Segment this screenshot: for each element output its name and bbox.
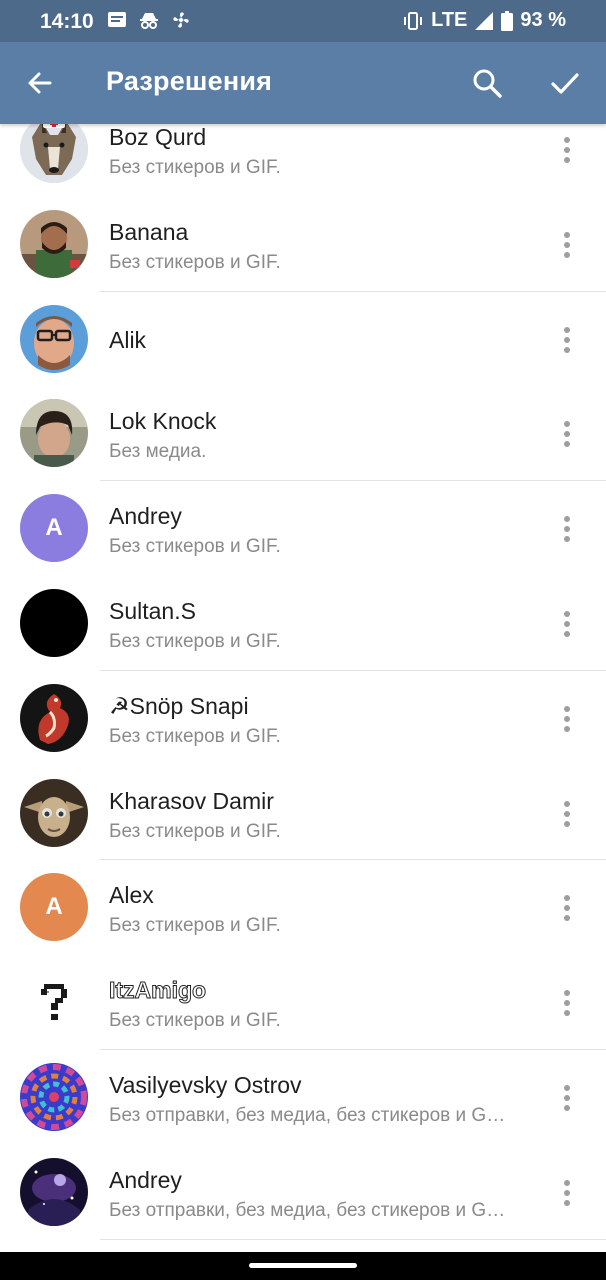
- member-name: Boz Qurd: [109, 124, 207, 150]
- member-status: Без стикеров и GIF.: [109, 536, 281, 558]
- incognito-icon: [140, 13, 158, 29]
- more-options-icon[interactable]: [553, 609, 581, 639]
- list-item[interactable]: Alik: [0, 292, 606, 387]
- avatar: A: [20, 873, 88, 942]
- checkmark-icon[interactable]: [548, 66, 582, 100]
- member-status: Без стикеров и GIF.: [109, 1010, 281, 1032]
- member-status: Без стикеров и GIF.: [109, 157, 281, 178]
- avatar: [20, 968, 88, 1037]
- member-name: Sultan.S: [109, 597, 196, 624]
- more-options-icon[interactable]: [553, 1083, 581, 1113]
- member-status: Без стикеров и GIF.: [109, 820, 281, 842]
- more-options-icon[interactable]: [553, 514, 581, 544]
- signal-icon: [475, 11, 494, 30]
- avatar: [20, 399, 88, 468]
- list-item[interactable]: Banana Без стикеров и GIF.: [0, 197, 606, 292]
- app-bar: Разрешения: [0, 42, 606, 124]
- list-item[interactable]: Andrey Без отправки, без медиа, без стик…: [0, 1145, 606, 1240]
- more-options-icon[interactable]: [553, 419, 581, 449]
- search-icon[interactable]: [470, 66, 504, 100]
- more-options-icon[interactable]: [553, 799, 581, 829]
- list-item[interactable]: A Alex Без стикеров и GIF.: [0, 860, 606, 955]
- member-name: Andrey: [109, 503, 182, 530]
- member-status: Без медиа.: [109, 441, 207, 463]
- avatar: [20, 209, 88, 278]
- list-item[interactable]: A Andrey Без стикеров и GIF.: [0, 481, 606, 576]
- status-bar: 14:10 LTE 93 %: [0, 0, 606, 42]
- list-item[interactable]: ItzAmigo Без стикеров и GIF.: [0, 955, 606, 1050]
- member-status: Без отправки, без медиа, без стикеров и …: [109, 1199, 506, 1221]
- avatar-letter: A: [45, 514, 63, 542]
- member-status: Без стикеров и GIF.: [109, 915, 281, 937]
- fan-icon: [173, 12, 189, 28]
- message-icon: [108, 12, 126, 27]
- permissions-list: Boz Qurd Без стикеров и GIF. Banana Без …: [0, 102, 606, 1240]
- more-options-icon[interactable]: [553, 893, 581, 923]
- member-status: Без стикеров и GIF.: [109, 725, 281, 747]
- more-options-icon[interactable]: [553, 988, 581, 1018]
- member-name: Alik: [109, 326, 147, 353]
- avatar: A: [20, 494, 88, 563]
- avatar: [20, 1062, 88, 1131]
- avatar: [20, 683, 88, 752]
- member-status: Без стикеров и GIF.: [109, 251, 281, 273]
- more-options-icon[interactable]: [553, 1178, 581, 1208]
- page-title: Разрешения: [106, 66, 273, 96]
- more-options-icon[interactable]: [553, 704, 581, 734]
- more-options-icon[interactable]: [553, 325, 581, 355]
- list-item[interactable]: Kharasov Damir Без стикеров и GIF.: [0, 766, 606, 861]
- battery-icon: [501, 10, 514, 31]
- home-gesture-handle[interactable]: [249, 1263, 357, 1268]
- list-item[interactable]: Sultan.S Без стикеров и GIF.: [0, 576, 606, 671]
- navigation-bar: [0, 1252, 606, 1280]
- member-status: Без стикеров и GIF.: [109, 630, 281, 652]
- member-name: Banana: [109, 218, 189, 245]
- avatar: [20, 778, 88, 847]
- avatar: [20, 304, 88, 373]
- status-time: 14:10: [40, 10, 94, 33]
- avatar: [20, 1157, 88, 1226]
- member-name: ☭Snöp Snapi: [109, 692, 249, 719]
- list-item[interactable]: Lok Knock Без медиа.: [0, 386, 606, 482]
- list-item[interactable]: ☭Snöp Snapi Без стикеров и GIF.: [0, 671, 606, 766]
- more-options-icon[interactable]: [553, 135, 581, 165]
- member-name: Vasilyevsky Ostrov: [109, 1071, 302, 1098]
- more-options-icon[interactable]: [553, 230, 581, 260]
- back-arrow-icon[interactable]: [24, 67, 56, 99]
- member-name: Lok Knock: [109, 408, 217, 435]
- member-name: Kharasov Damir: [109, 787, 274, 814]
- member-status: Без отправки, без медиа, без стикеров и …: [109, 1104, 506, 1126]
- member-name: Alex: [109, 882, 154, 909]
- avatar-letter: A: [45, 893, 63, 921]
- avatar: [20, 588, 88, 657]
- member-name: ItzAmigo: [108, 977, 207, 1004]
- divider: [100, 1238, 606, 1240]
- list-item[interactable]: Vasilyevsky Ostrov Без отправки, без мед…: [0, 1050, 606, 1145]
- avatar: [20, 115, 88, 183]
- battery-level: 93 %: [520, 9, 566, 31]
- vibrate-icon: [404, 11, 423, 30]
- member-name: Andrey: [109, 1166, 182, 1193]
- network-type: LTE: [431, 9, 468, 31]
